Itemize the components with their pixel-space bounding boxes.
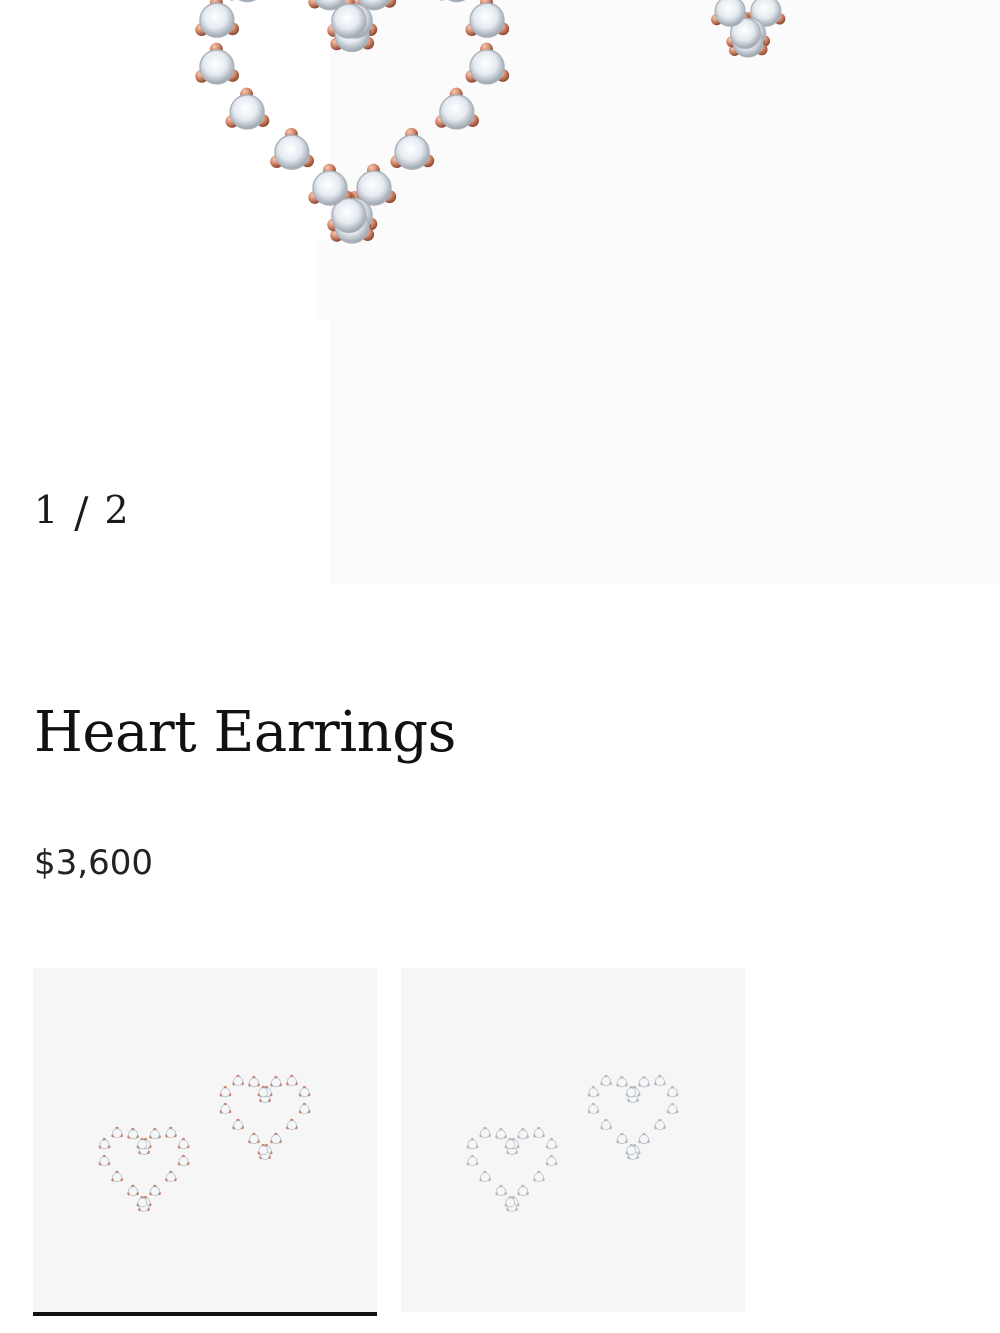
image-counter-separator: / xyxy=(74,488,91,537)
rose-gold-heart-earrings-icon xyxy=(98,1074,311,1212)
product-price: $3,600 xyxy=(34,843,153,883)
platinum-heart-earrings-icon xyxy=(466,1074,679,1212)
heart-diamond-earring-icon xyxy=(195,0,786,244)
image-counter-total: 2 xyxy=(104,488,131,532)
product-title: Heart Earrings xyxy=(34,700,456,765)
image-counter: 1 / 2 xyxy=(34,484,131,537)
product-image-gallery[interactable]: 1 / 2 xyxy=(0,0,1000,600)
selected-variant-indicator xyxy=(33,1312,377,1316)
image-counter-current: 1 xyxy=(34,488,61,532)
variant-platinum[interactable] xyxy=(401,968,745,1312)
variant-rose-gold[interactable] xyxy=(33,968,377,1312)
